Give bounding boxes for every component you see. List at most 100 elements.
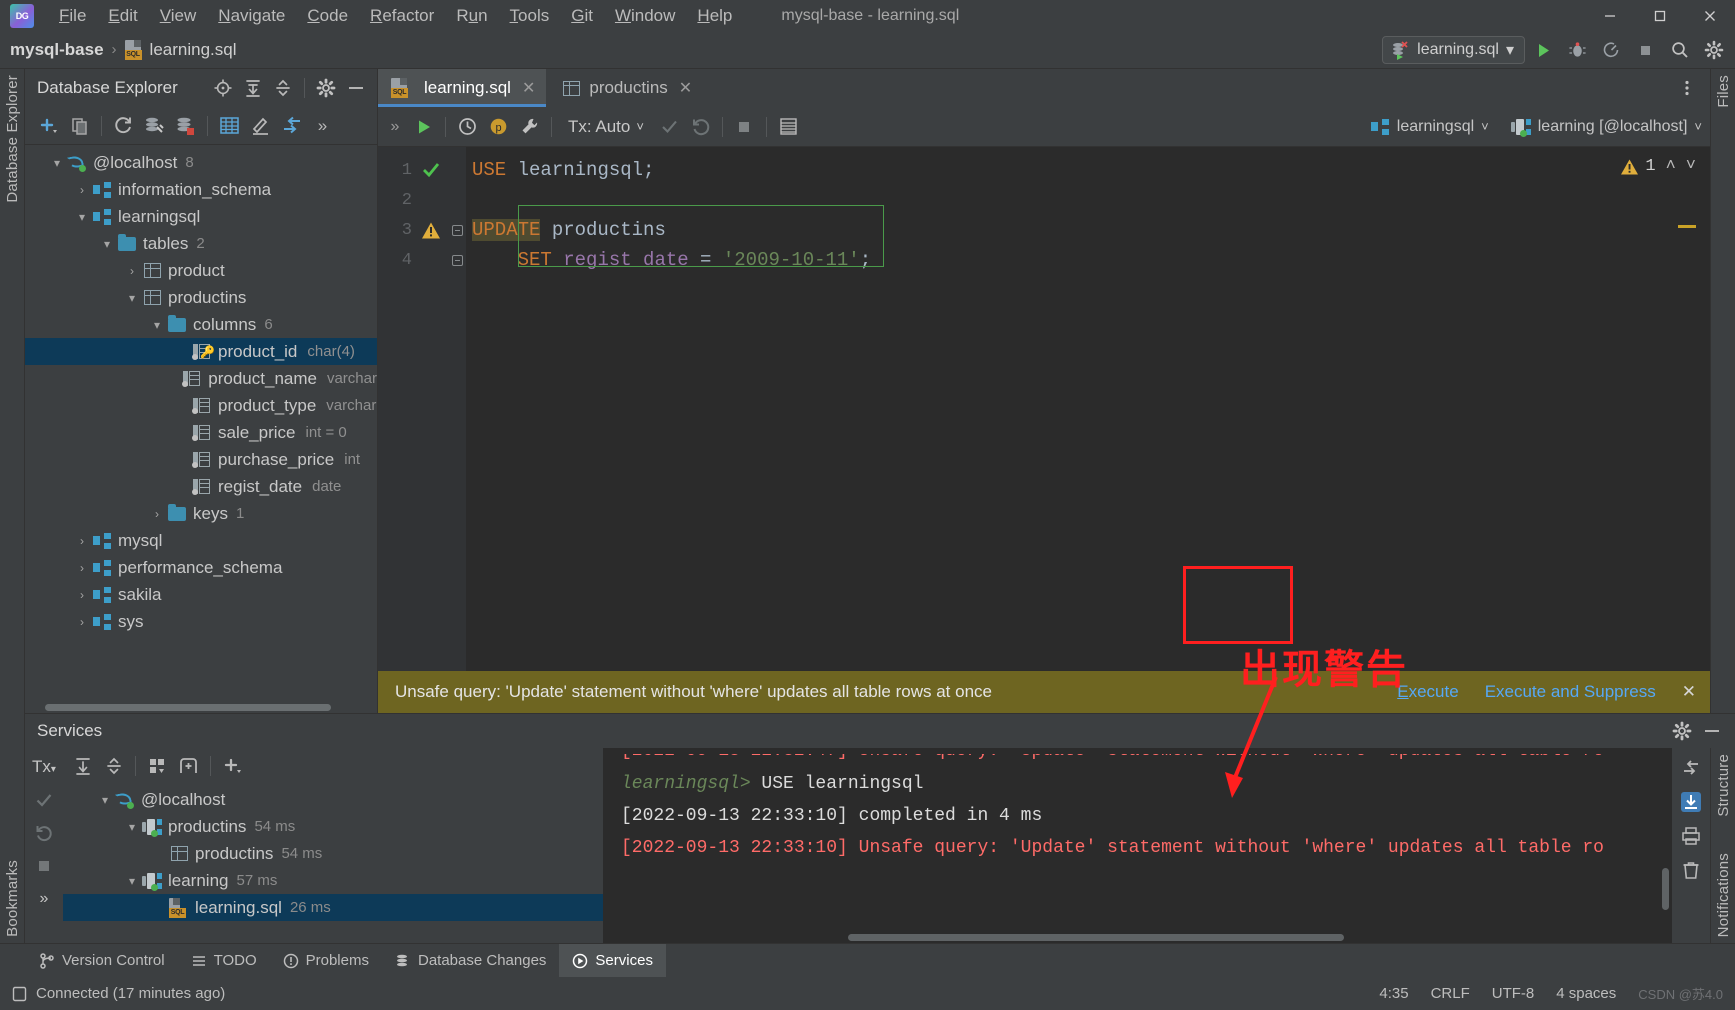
- strip-structure[interactable]: Structure: [1715, 754, 1732, 817]
- maximize-button[interactable]: [1635, 0, 1685, 31]
- services-tree-item-productins[interactable]: productins 54 ms: [63, 840, 603, 867]
- group-by-icon[interactable]: [142, 751, 173, 782]
- editor-gutter[interactable]: 1 2 3 4: [378, 147, 448, 671]
- search-everywhere-icon[interactable]: [1664, 35, 1695, 66]
- delete-icon[interactable]: [1675, 854, 1707, 886]
- chevron-down-icon[interactable]: ▾: [124, 290, 140, 306]
- db-tree-item-columns[interactable]: ▾ columns 6: [25, 311, 377, 338]
- db-tree-item-product[interactable]: › product: [25, 257, 377, 284]
- chevron-right-icon[interactable]: ›: [74, 560, 90, 576]
- line-separator[interactable]: CRLF: [1431, 985, 1470, 1002]
- menu-window[interactable]: Window: [604, 3, 686, 29]
- menu-tools[interactable]: Tools: [499, 3, 561, 29]
- db-tree-item-sakila[interactable]: › sakila: [25, 581, 377, 608]
- modify-icon[interactable]: [139, 110, 170, 141]
- duplicate-icon[interactable]: [64, 110, 95, 141]
- menu-view[interactable]: View: [149, 3, 208, 29]
- db-tree-item-information_schema[interactable]: › information_schema: [25, 176, 377, 203]
- chevron-down-icon[interactable]: ▾: [97, 792, 113, 808]
- transaction-mode-selector[interactable]: Tx: Auto ˅: [558, 117, 654, 137]
- chevron-down-icon[interactable]: ▾: [1506, 40, 1514, 60]
- minimize-button[interactable]: [1585, 0, 1635, 31]
- db-tree-item-sys[interactable]: › sys: [25, 608, 377, 635]
- bottom-item-problems[interactable]: Problems: [270, 944, 382, 977]
- db-tree-item-learningsql[interactable]: ▾ learningsql: [25, 203, 377, 230]
- scroll-thumb[interactable]: [848, 934, 1344, 941]
- strip-bookmarks[interactable]: Bookmarks: [4, 860, 21, 937]
- settings-wrench-icon[interactable]: [514, 111, 545, 142]
- close-icon[interactable]: ✕: [679, 78, 692, 98]
- new-tab-icon[interactable]: [173, 751, 204, 782]
- schema-picker[interactable]: learningsql ˅: [1368, 117, 1489, 137]
- bottom-item-database-changes[interactable]: Database Changes: [382, 944, 559, 977]
- run-icon[interactable]: [1528, 35, 1559, 66]
- parameters-icon[interactable]: p: [483, 111, 514, 142]
- profile-icon[interactable]: [1596, 35, 1627, 66]
- expand-all-icon[interactable]: [238, 73, 268, 103]
- locate-icon[interactable]: [208, 73, 238, 103]
- file-encoding[interactable]: UTF-8: [1492, 985, 1535, 1002]
- print-icon[interactable]: [1675, 820, 1707, 852]
- menu-edit[interactable]: Edit: [97, 3, 148, 29]
- strip-notifications[interactable]: Notifications: [1715, 853, 1732, 937]
- menu-help[interactable]: Help: [686, 3, 743, 29]
- db-tree-item-product_id[interactable]: 🔑 product_id char(4): [25, 338, 377, 365]
- close-button[interactable]: [1685, 0, 1735, 31]
- fold-toggle-end[interactable]: [448, 245, 466, 275]
- services-tree-item--localhost[interactable]: ▾ @localhost: [63, 786, 603, 813]
- db-tree-item-purchase_price[interactable]: purchase_price int: [25, 446, 377, 473]
- inspection-prev-icon[interactable]: ˄: [1666, 157, 1676, 176]
- expand-all-icon[interactable]: [67, 751, 98, 782]
- data-grid-icon[interactable]: [214, 110, 245, 141]
- db-tree-item-productins[interactable]: ▾ productins: [25, 284, 377, 311]
- strip-database-explorer[interactable]: Database Explorer: [4, 75, 21, 203]
- settings-icon[interactable]: [1698, 35, 1729, 66]
- gear-icon[interactable]: [1667, 716, 1697, 746]
- db-tree-item-keys[interactable]: › keys 1: [25, 500, 377, 527]
- db-tree-item-regist_date[interactable]: regist_date date: [25, 473, 377, 500]
- fold-toggle-open[interactable]: [448, 215, 466, 245]
- stop-icon[interactable]: [1630, 35, 1661, 66]
- db-tree-item-tables[interactable]: ▾ tables 2: [25, 230, 377, 257]
- debug-icon[interactable]: [1562, 35, 1593, 66]
- bottom-item-todo[interactable]: TODO: [178, 944, 270, 977]
- scroll-thumb[interactable]: [45, 704, 331, 711]
- menu-refactor[interactable]: Refactor: [359, 3, 445, 29]
- chevron-down-icon[interactable]: ▾: [99, 236, 115, 252]
- menu-git[interactable]: Git: [560, 3, 604, 29]
- console-hscrollbar[interactable]: [603, 931, 1672, 943]
- history-icon[interactable]: [452, 111, 483, 142]
- download-icon[interactable]: [1675, 786, 1707, 818]
- db-tools-icon[interactable]: [170, 110, 201, 141]
- tx-menu-icon[interactable]: Tx▾: [28, 751, 60, 783]
- output-icon[interactable]: [773, 111, 804, 142]
- collapse-all-icon[interactable]: [268, 73, 298, 103]
- services-tree-item-productins[interactable]: ▾ productins 54 ms: [63, 813, 603, 840]
- transpose-icon[interactable]: [1675, 752, 1707, 784]
- chevron-down-icon[interactable]: ▾: [74, 209, 90, 225]
- chevron-right-icon[interactable]: ›: [74, 533, 90, 549]
- db-tree-item-performance_schema[interactable]: › performance_schema: [25, 554, 377, 581]
- edit-data-icon[interactable]: [245, 110, 276, 141]
- tab-productins[interactable]: productins ✕: [546, 69, 703, 107]
- close-icon[interactable]: ✕: [1682, 682, 1696, 702]
- db-tree-item-mysql[interactable]: › mysql: [25, 527, 377, 554]
- code-text-area[interactable]: USE learningsql; UPDATE productins SET r…: [466, 147, 1710, 671]
- execute-icon[interactable]: [408, 111, 439, 142]
- chevron-down-icon[interactable]: ▾: [124, 819, 140, 835]
- chevron-right-icon[interactable]: ›: [74, 182, 90, 198]
- sync-icon[interactable]: [276, 110, 307, 141]
- menu-navigate[interactable]: Navigate: [207, 3, 296, 29]
- services-tree-item-learning[interactable]: ▾ learning 57 ms: [63, 867, 603, 894]
- tab-options-icon[interactable]: [1671, 73, 1702, 104]
- strip-files[interactable]: Files: [1715, 75, 1732, 108]
- chevron-right-icon[interactable]: ›: [74, 614, 90, 630]
- chevron-down-icon[interactable]: ▾: [124, 873, 140, 889]
- connection-status[interactable]: Connected (17 minutes ago): [36, 985, 225, 1002]
- refresh-icon[interactable]: [108, 110, 139, 141]
- hide-panel-icon[interactable]: [1697, 716, 1727, 746]
- session-picker[interactable]: learning [@localhost] ˅: [1509, 117, 1702, 137]
- more-options-icon[interactable]: »: [28, 883, 60, 915]
- bottom-item-services[interactable]: Services: [559, 944, 666, 977]
- indent-setting[interactable]: 4 spaces: [1556, 985, 1616, 1002]
